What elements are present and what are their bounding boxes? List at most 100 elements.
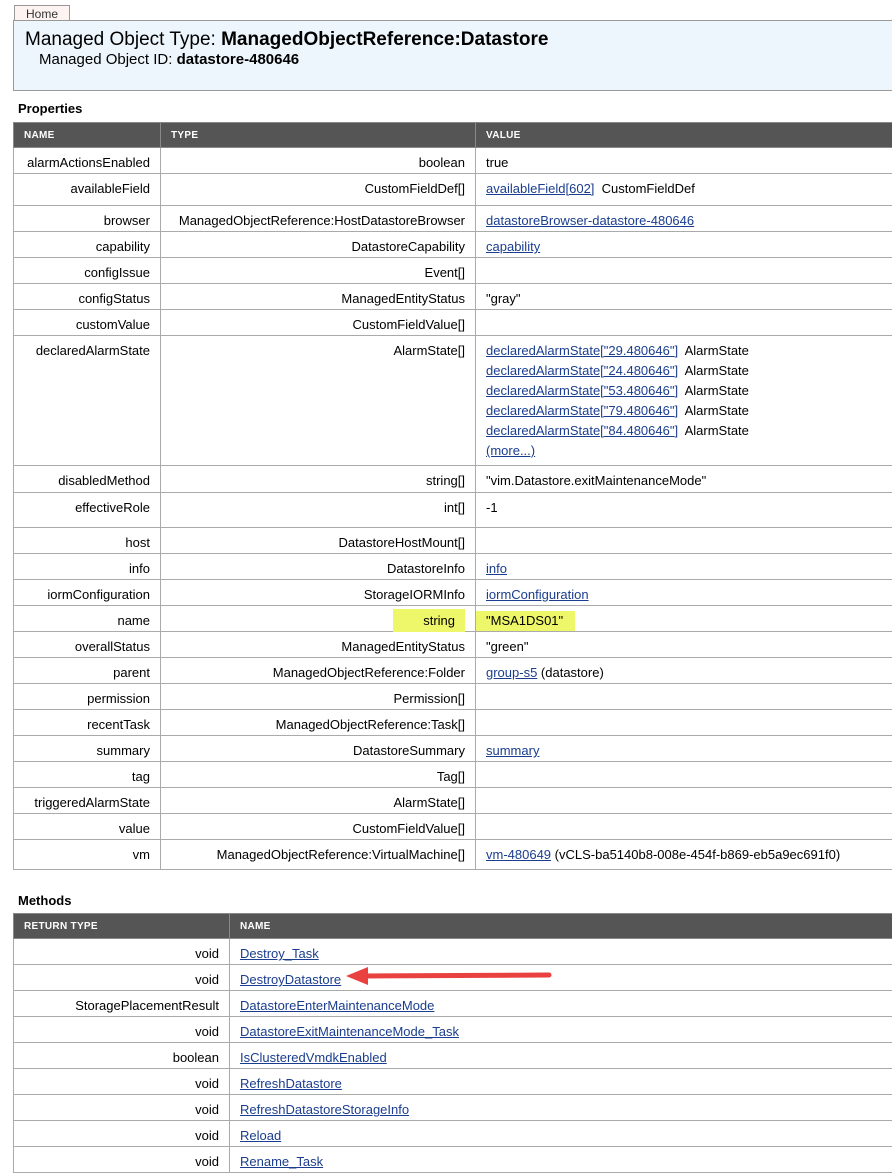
property-name: summary (14, 736, 161, 762)
value-link[interactable]: declaredAlarmState["24.480646"] (486, 363, 678, 378)
property-value: datastoreBrowser-datastore-480646 (476, 206, 892, 232)
method-link[interactable]: DestroyDatastore (240, 972, 341, 987)
property-type-text: int[] (444, 500, 465, 515)
value-text: "gray" (486, 291, 521, 306)
home-tab[interactable]: Home (14, 5, 70, 21)
property-type-text: ManagedObjectReference:HostDatastoreBrow… (179, 213, 465, 228)
property-row: declaredAlarmStateAlarmState[]declaredAl… (14, 336, 892, 466)
property-type: string[] (161, 466, 476, 493)
property-name: overallStatus (14, 632, 161, 658)
property-type: ManagedObjectReference:Task[] (161, 710, 476, 736)
property-name: parent (14, 658, 161, 684)
property-type-text: DatastoreSummary (353, 743, 465, 758)
property-type: DatastoreCapability (161, 232, 476, 258)
property-type: CustomFieldValue[] (161, 310, 476, 336)
method-return-type: void (14, 1147, 230, 1173)
column-header-value: VALUE (476, 123, 892, 148)
property-row: valueCustomFieldValue[] (14, 814, 892, 840)
property-name: triggeredAlarmState (14, 788, 161, 814)
method-link[interactable]: IsClusteredVmdkEnabled (240, 1050, 387, 1065)
property-value (476, 528, 892, 554)
value-link[interactable]: group-s5 (486, 665, 537, 680)
property-name: customValue (14, 310, 161, 336)
value-line: declaredAlarmState["24.480646"] AlarmSta… (486, 361, 892, 381)
property-type-text: boolean (419, 155, 465, 170)
value-link[interactable]: datastoreBrowser-datastore-480646 (486, 213, 694, 228)
value-text: "green" (486, 639, 528, 654)
property-value (476, 814, 892, 840)
value-line: "gray" (486, 289, 892, 309)
property-row: summary DatastoreSummary summary (14, 736, 892, 762)
value-link[interactable]: (more...) (486, 443, 535, 458)
value-text: true (486, 155, 508, 170)
property-type: ManagedEntityStatus (161, 284, 476, 310)
value-link[interactable]: vm-480649 (486, 847, 551, 862)
value-text: AlarmState (678, 423, 749, 438)
value-link[interactable]: declaredAlarmState["53.480646"] (486, 383, 678, 398)
property-type-text: ManagedEntityStatus (341, 639, 465, 654)
value-line: capability (486, 237, 892, 257)
property-type: DatastoreHostMount[] (161, 528, 476, 554)
method-row: voidDestroy_Task (14, 939, 892, 965)
property-type-text: ManagedEntityStatus (341, 291, 465, 306)
property-name: host (14, 528, 161, 554)
property-type-text: ManagedObjectReference:VirtualMachine[] (217, 847, 465, 862)
method-return-type: StoragePlacementResult (14, 991, 230, 1017)
value-link[interactable]: declaredAlarmState["84.480646"] (486, 423, 678, 438)
method-name-cell: DatastoreEnterMaintenanceMode (230, 991, 892, 1017)
method-row: booleanIsClusteredVmdkEnabled (14, 1043, 892, 1069)
property-type: StorageIORMInfo (161, 580, 476, 606)
value-link[interactable]: declaredAlarmState["29.480646"] (486, 343, 678, 358)
value-line: declaredAlarmState["79.480646"] AlarmSta… (486, 401, 892, 421)
property-name: name (14, 606, 161, 632)
value-link[interactable]: availableField[602] (486, 181, 594, 196)
value-line: summary (486, 741, 892, 761)
value-link[interactable]: info (486, 561, 507, 576)
methods-title: Methods (18, 893, 71, 908)
value-line: iormConfiguration (486, 585, 892, 605)
property-type: string (161, 606, 476, 632)
property-value: availableField[602] CustomFieldDef (476, 174, 892, 206)
property-row: configIssueEvent[] (14, 258, 892, 284)
value-text: -1 (486, 500, 498, 515)
method-name-cell: DatastoreExitMaintenanceMode_Task (230, 1017, 892, 1043)
property-row: availableFieldCustomFieldDef[]availableF… (14, 174, 892, 206)
value-link[interactable]: capability (486, 239, 540, 254)
property-row: disabledMethodstring[]"vim.Datastore.exi… (14, 466, 892, 493)
method-return-type: void (14, 1069, 230, 1095)
property-name: configIssue (14, 258, 161, 284)
value-line: info (486, 559, 892, 579)
method-link[interactable]: Rename_Task (240, 1154, 323, 1169)
property-type: ManagedObjectReference:VirtualMachine[] (161, 840, 476, 870)
method-link[interactable]: Reload (240, 1128, 281, 1143)
property-type-text: string (393, 609, 465, 632)
value-line: availableField[602] CustomFieldDef (486, 179, 892, 199)
method-link[interactable]: DatastoreExitMaintenanceMode_Task (240, 1024, 459, 1039)
value-link[interactable]: summary (486, 743, 539, 758)
property-value: declaredAlarmState["29.480646"] AlarmSta… (476, 336, 892, 466)
method-link[interactable]: Destroy_Task (240, 946, 319, 961)
property-type: Event[] (161, 258, 476, 284)
property-row: iormConfigurationStorageIORMInfoiormConf… (14, 580, 892, 606)
property-type: Permission[] (161, 684, 476, 710)
property-type-text: DatastoreInfo (387, 561, 465, 576)
value-link[interactable]: iormConfiguration (486, 587, 589, 602)
method-row: voidRefreshDatastoreStorageInfo (14, 1095, 892, 1121)
methods-table: RETURN TYPE NAME voidDestroy_TaskvoidDes… (13, 913, 892, 1173)
method-name-cell: RefreshDatastoreStorageInfo (230, 1095, 892, 1121)
property-value (476, 310, 892, 336)
property-value: -1 (476, 493, 892, 528)
value-line: -1 (486, 498, 892, 518)
value-line: true (486, 153, 892, 173)
value-link[interactable]: declaredAlarmState["79.480646"] (486, 403, 678, 418)
value-text: AlarmState (678, 403, 749, 418)
property-row: overallStatus ManagedEntityStatus "green" (14, 632, 892, 658)
property-value: true (476, 148, 892, 174)
property-row: tagTag[] (14, 762, 892, 788)
method-name-cell: Reload (230, 1121, 892, 1147)
method-link[interactable]: RefreshDatastore (240, 1076, 342, 1091)
property-type-text: Permission[] (393, 691, 465, 706)
method-link[interactable]: DatastoreEnterMaintenanceMode (240, 998, 434, 1013)
column-header-method-name: NAME (230, 914, 892, 939)
method-link[interactable]: RefreshDatastoreStorageInfo (240, 1102, 409, 1117)
